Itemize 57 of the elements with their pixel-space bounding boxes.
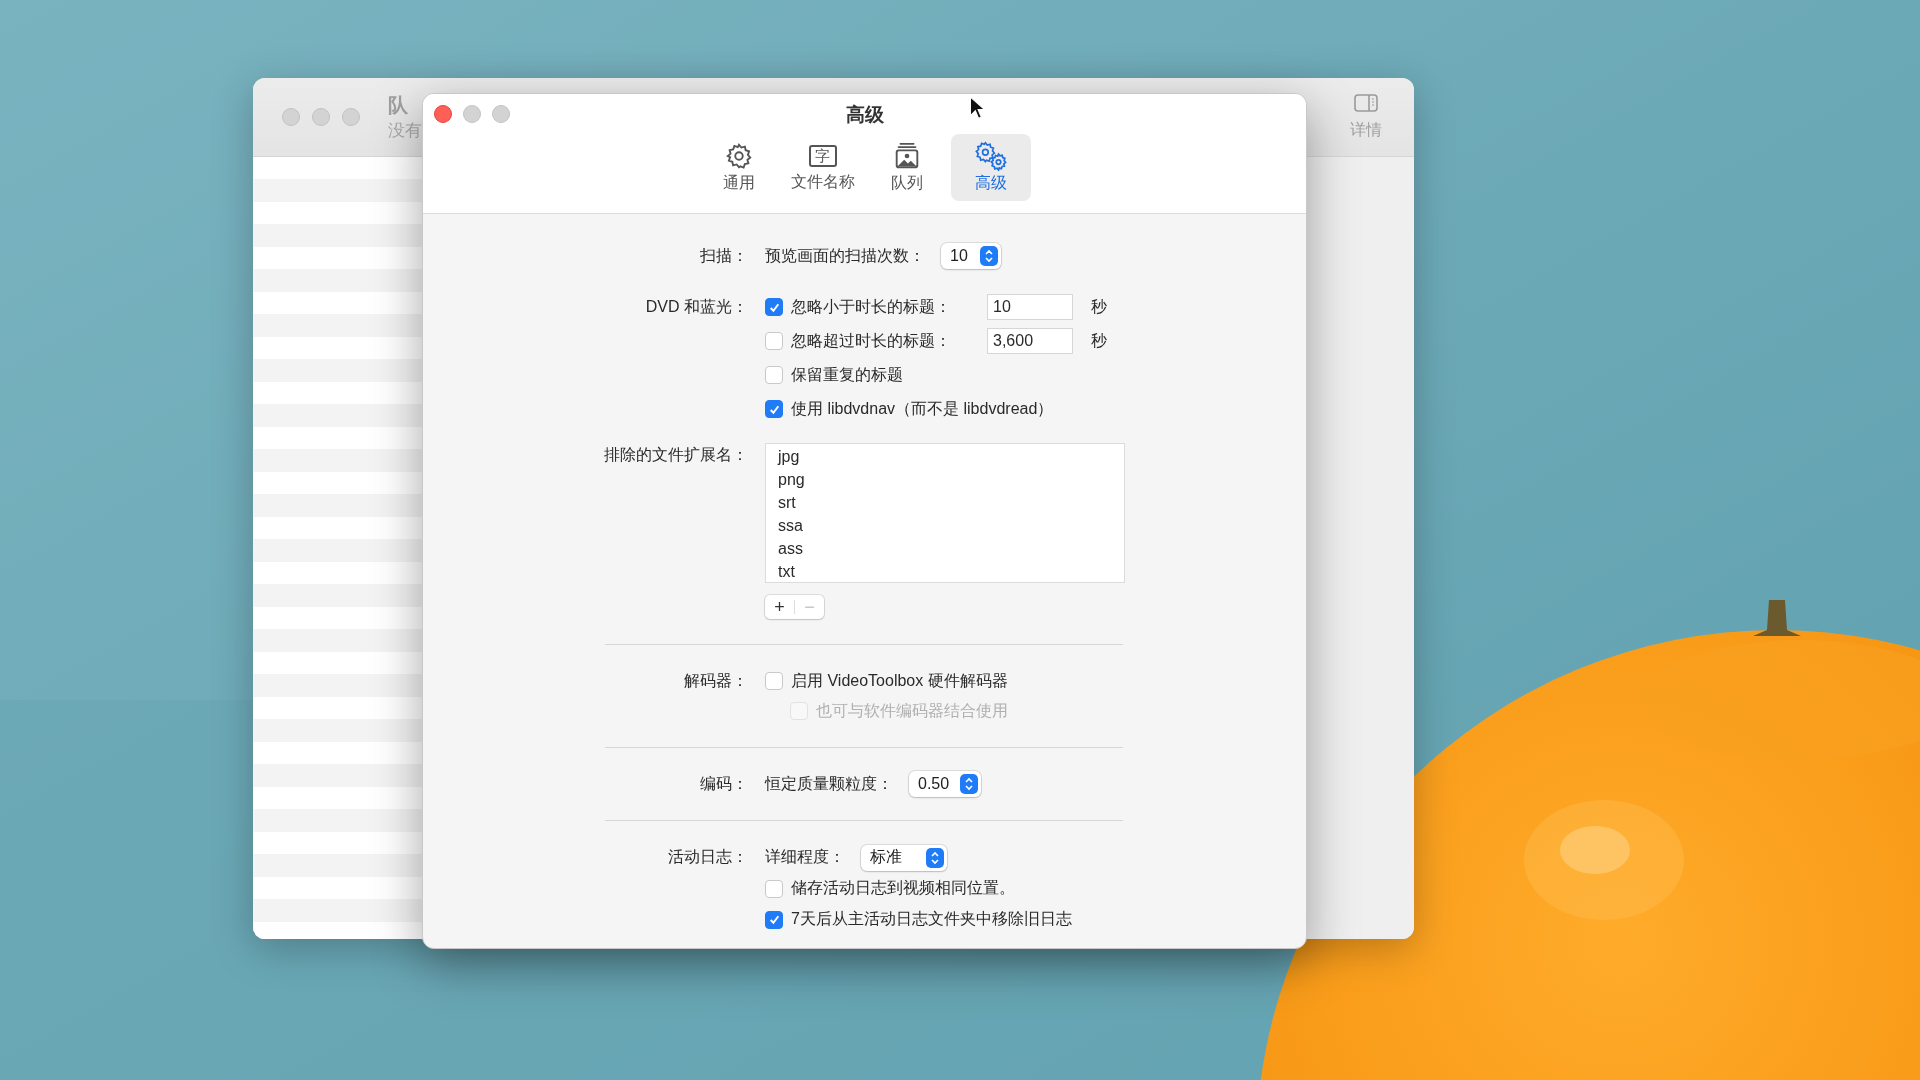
section-label: DVD 和蓝光： xyxy=(644,296,748,317)
checkbox[interactable] xyxy=(765,298,783,316)
add-button[interactable]: + xyxy=(765,595,794,619)
scan-count-popup[interactable]: 10 xyxy=(941,243,1001,269)
zoom-button[interactable] xyxy=(342,108,360,126)
list-item[interactable]: txt xyxy=(778,560,1124,582)
unit-label: 秒 xyxy=(1091,296,1107,317)
section-label: 排除的文件扩展名： xyxy=(603,445,748,465)
checkbox[interactable] xyxy=(765,332,783,350)
checkbox[interactable] xyxy=(765,910,783,929)
checkbox-label: 忽略小于时长的标题： xyxy=(791,296,952,317)
checkbox[interactable] xyxy=(765,879,783,898)
stepper-icon xyxy=(980,246,998,266)
close-button[interactable] xyxy=(434,105,452,123)
stepper-icon xyxy=(926,847,944,868)
granularity-popup[interactable]: 0.50 xyxy=(909,771,981,797)
checkbox-label: 忽略超过时长的标题： xyxy=(791,330,952,351)
checkbox-label: 使用 libdvdnav（而不是 libdvdread） xyxy=(791,398,1054,419)
list-item[interactable]: jpg xyxy=(778,445,1124,468)
checkbox[interactable] xyxy=(765,400,783,418)
toolbar-tab[interactable]: 队列 xyxy=(866,134,947,201)
list-item[interactable]: png xyxy=(778,468,1124,491)
list-item[interactable]: ass xyxy=(778,537,1124,560)
minimize-button[interactable] xyxy=(312,108,330,126)
verbosity-popup[interactable]: 标准 xyxy=(861,844,947,871)
window-subtitle: 没有 xyxy=(388,120,422,142)
window-title: 队 xyxy=(388,93,409,118)
checkbox-label: 启用 VideoToolbox 硬件解码器 xyxy=(791,670,1008,691)
checkbox-label: 保留重复的标题 xyxy=(791,364,903,385)
list-item[interactable]: srt xyxy=(778,491,1124,514)
minimize-button[interactable] xyxy=(463,105,481,123)
section-label: 活动日志： xyxy=(667,847,748,867)
field-label: 恒定质量颗粒度： xyxy=(765,773,893,794)
section-label: 解码器： xyxy=(683,670,748,691)
checkbox[interactable] xyxy=(765,366,783,384)
sidebar-icon[interactable] xyxy=(1354,93,1378,112)
toolbar-tab[interactable]: 通用 xyxy=(698,134,779,201)
seconds-field[interactable]: 10 xyxy=(987,294,1073,320)
window-title: 高级 xyxy=(845,103,884,127)
stepper-icon xyxy=(960,774,978,794)
field-label: 详细程度： xyxy=(765,847,845,867)
gears-icon xyxy=(973,141,1008,171)
checkbox[interactable] xyxy=(765,672,783,690)
checkbox-label: 储存活动日志到视频相同位置。 xyxy=(791,878,1015,898)
section-label: 扫描： xyxy=(699,245,748,266)
checkmark-icon xyxy=(767,913,781,926)
checkbox-label: 7天后从主活动日志文件夹中移除旧日志 xyxy=(791,909,1072,929)
section-label: 编码： xyxy=(699,773,748,794)
unit-label: 秒 xyxy=(1091,330,1107,351)
checkbox-label: 也可与软件编码器结合使用 xyxy=(816,700,1008,721)
zoom-button[interactable] xyxy=(492,105,510,123)
seconds-field[interactable]: 3,600 xyxy=(987,328,1073,354)
list-item[interactable]: ssa xyxy=(778,514,1124,537)
character-icon: 字 xyxy=(808,145,837,167)
field-label: 预览画面的扫描次数： xyxy=(765,245,925,266)
toolbar-tab[interactable]: 高级 xyxy=(950,134,1031,201)
toolbar-tab[interactable]: 字 文件名称 xyxy=(782,134,863,201)
